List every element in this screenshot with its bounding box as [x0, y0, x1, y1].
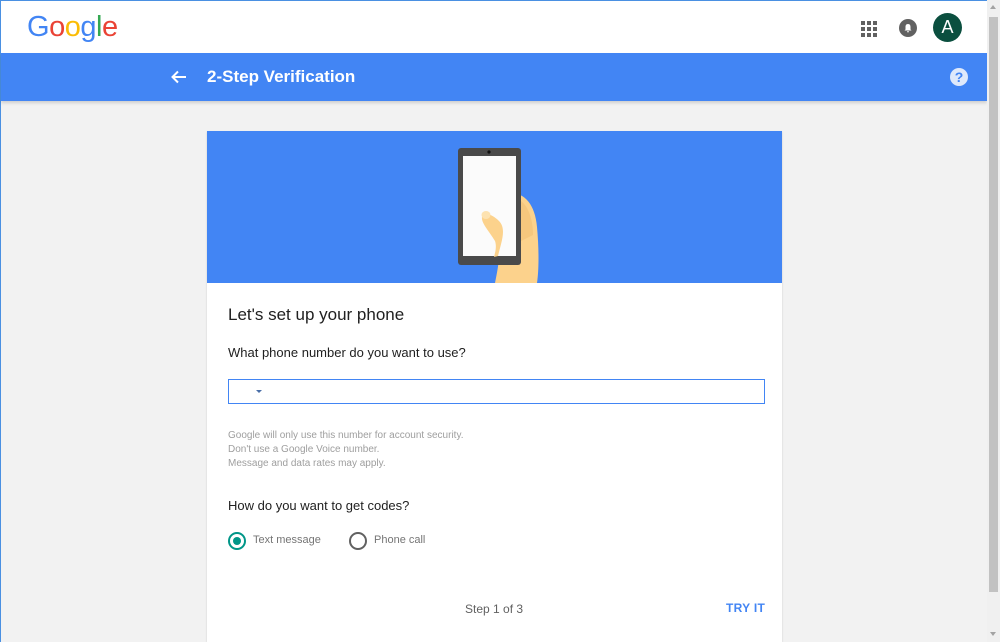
scroll-thumb[interactable]: [989, 17, 998, 592]
scroll-down-arrow-icon[interactable]: [987, 626, 1000, 642]
try-it-button[interactable]: TRY IT: [726, 601, 765, 615]
avatar[interactable]: A: [933, 13, 962, 42]
apps-grid-icon[interactable]: [861, 21, 877, 37]
scroll-up-arrow-icon[interactable]: [987, 0, 1000, 16]
phone-number-input[interactable]: [269, 382, 749, 401]
card-heading: Let's set up your phone: [228, 305, 405, 324]
notification-bell-icon[interactable]: [899, 19, 917, 37]
country-dropdown-caret-icon[interactable]: [256, 390, 262, 393]
hint-line: Google will only use this number for acc…: [228, 430, 464, 441]
radio-label: Text message: [253, 534, 321, 546]
vertical-scrollbar[interactable]: [987, 0, 1000, 642]
google-logo[interactable]: Google: [27, 11, 118, 45]
radio-label: Phone call: [374, 534, 426, 546]
radio-phone-call[interactable]: Phone call: [349, 531, 439, 551]
codes-question: How do you want to get codes?: [228, 498, 410, 513]
radio-unselected-icon[interactable]: [349, 532, 367, 550]
phone-number-question: What phone number do you want to use?: [228, 345, 466, 360]
phone-in-hand-illustration: [458, 148, 539, 283]
hero-banner: [207, 131, 782, 283]
help-icon[interactable]: ?: [950, 68, 968, 86]
top-app-bar: Google A: [1, 0, 987, 53]
page-title: 2-Step Verification: [207, 67, 356, 86]
phone-hint: Google will only use this number for acc…: [228, 429, 463, 471]
radio-text-message[interactable]: Text message: [228, 531, 328, 551]
hint-line: Don't use a Google Voice number.: [228, 444, 380, 455]
phone-number-field[interactable]: [228, 379, 765, 404]
radio-selected-icon[interactable]: [228, 532, 246, 550]
step-indicator: Step 1 of 3: [465, 602, 524, 616]
hint-line: Message and data rates may apply.: [228, 458, 386, 469]
back-arrow-icon[interactable]: [169, 67, 189, 87]
page-header-bar: 2-Step Verification ?: [1, 53, 987, 101]
setup-card: Let's set up your phone What phone numbe…: [207, 131, 782, 642]
